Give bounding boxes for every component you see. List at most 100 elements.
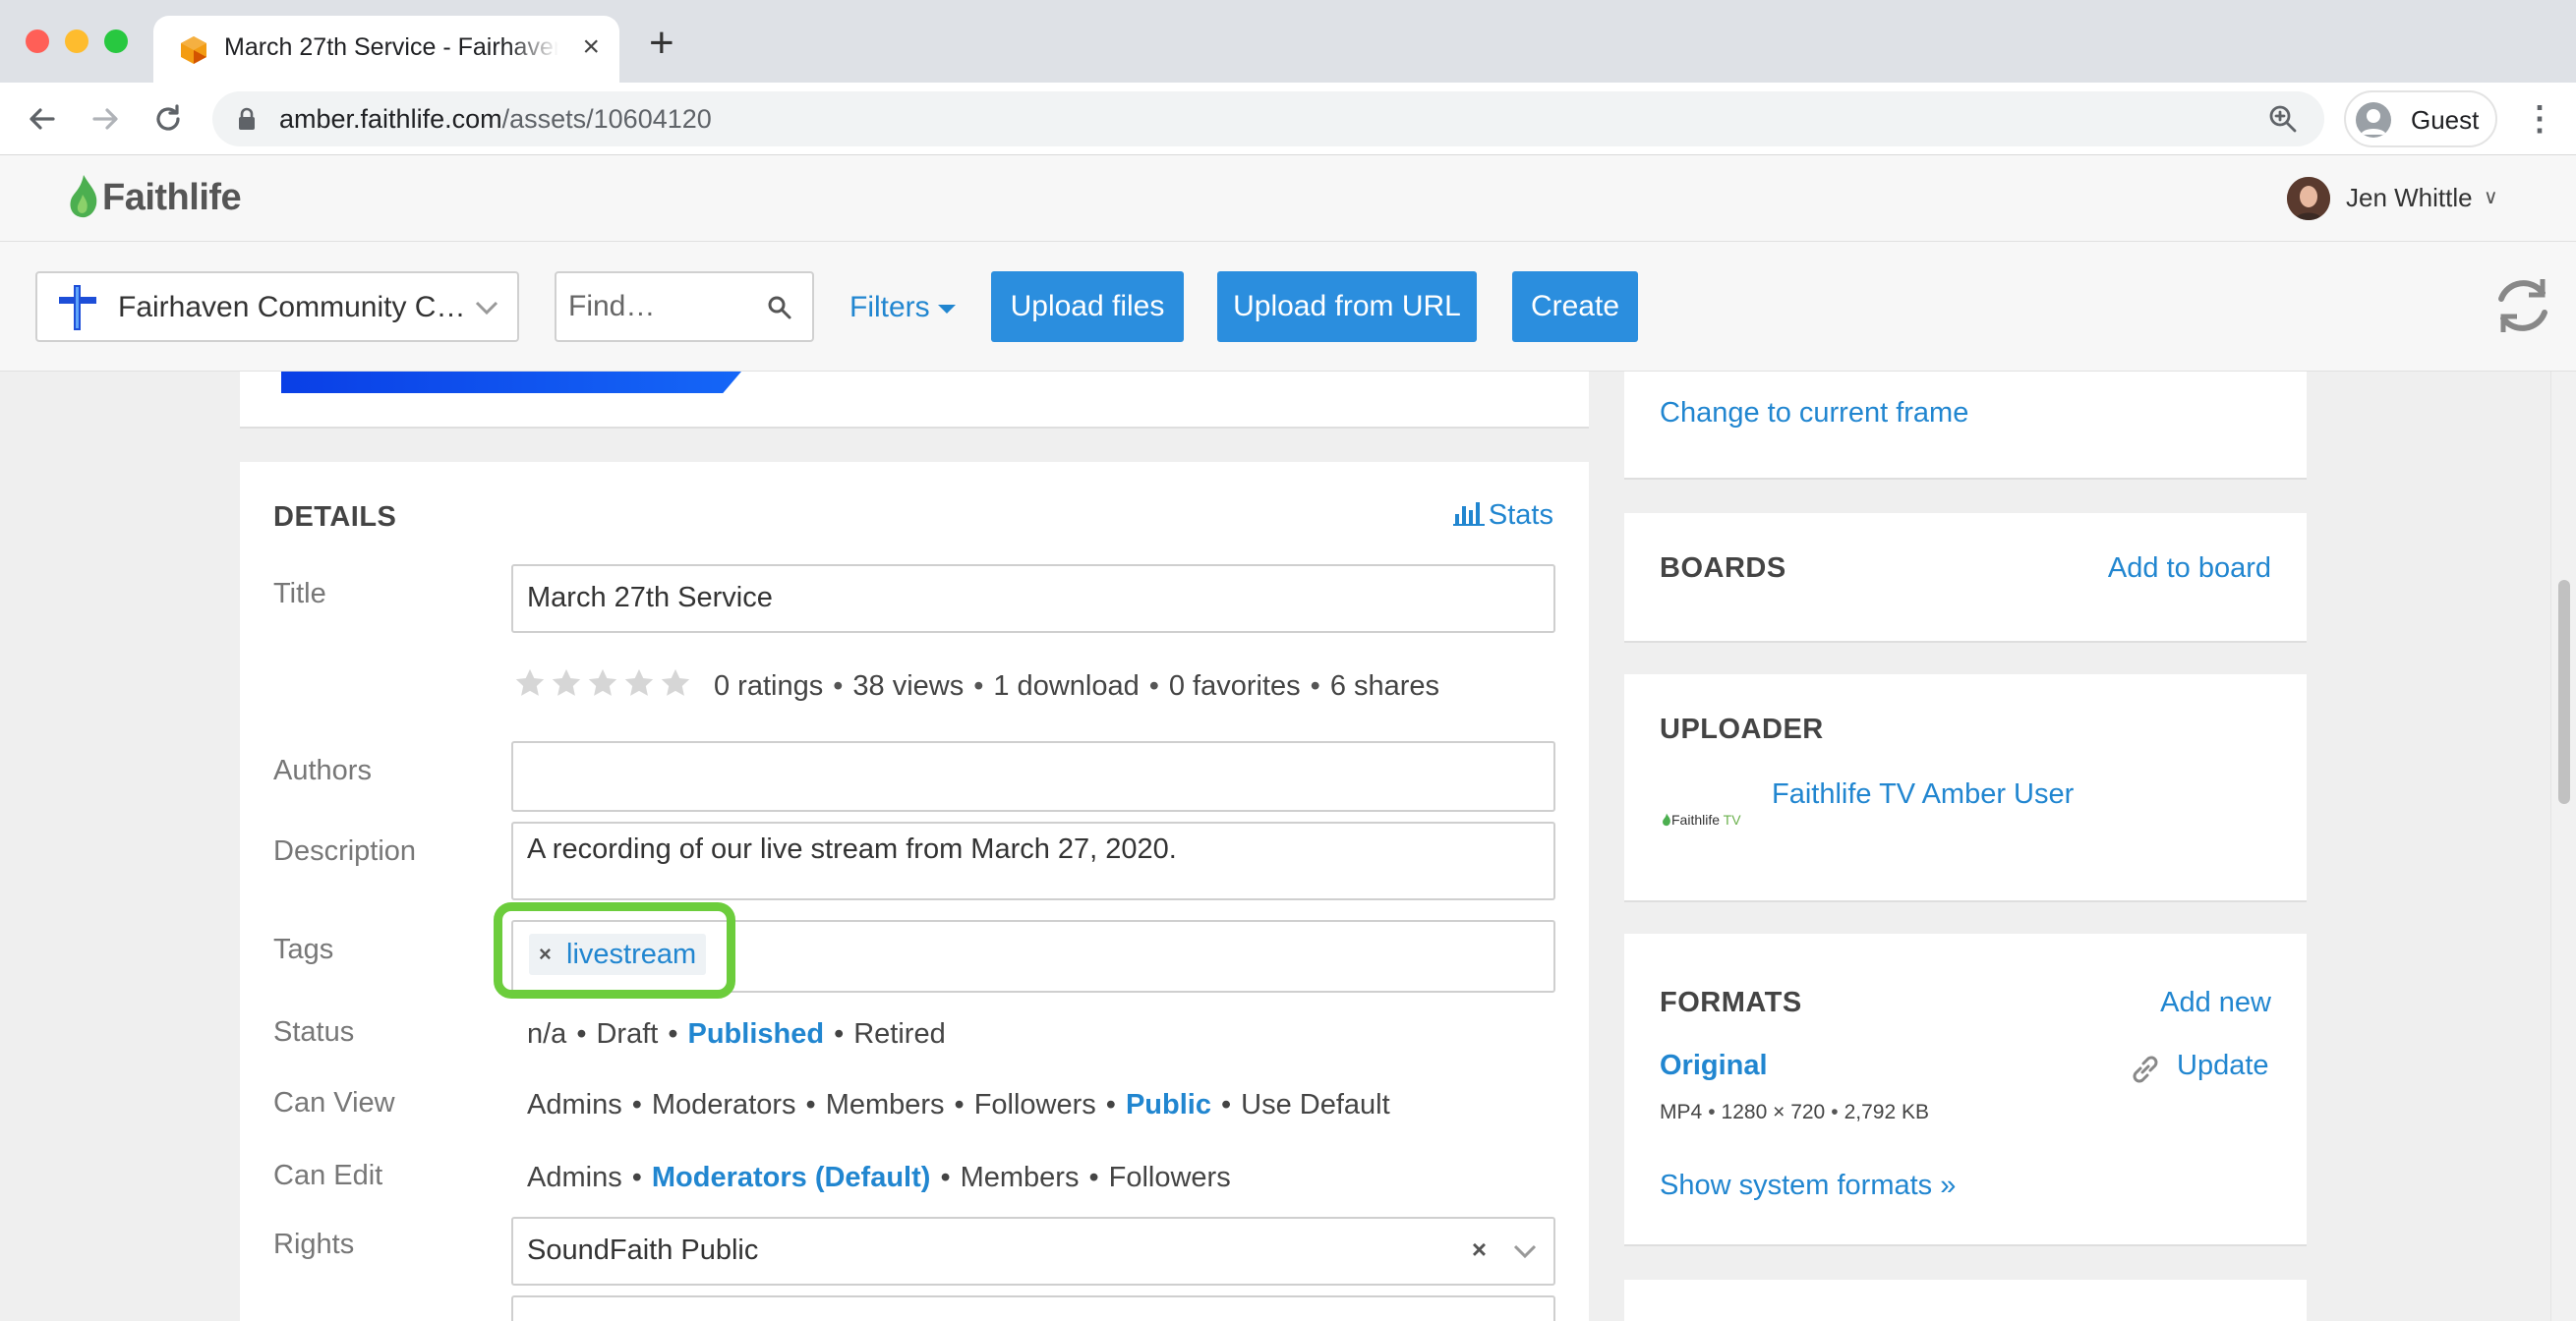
- can-view-options: Admins • Moderators • Members • Followers • Publ…: [527, 1089, 1390, 1121]
- upload-from-url-button[interactable]: Upload from URL: [1217, 271, 1477, 342]
- rights-select[interactable]: SoundFaith Public ×: [511, 1217, 1555, 1286]
- uploader-logo: Faithlife TV: [1662, 812, 1741, 828]
- can-edit-option-followers[interactable]: Followers: [1109, 1162, 1231, 1193]
- tab-close-icon[interactable]: ×: [582, 29, 600, 65]
- browser-tab-active[interactable]: March 27th Service - Fairhaven Community…: [153, 16, 619, 83]
- maximize-window-button[interactable]: [104, 29, 128, 53]
- user-name: Jen Whittle: [2346, 183, 2473, 212]
- brand-name: Faithlife: [102, 177, 242, 218]
- clear-icon[interactable]: ×: [1472, 1235, 1487, 1265]
- format-size: 2,792 KB: [1844, 1101, 1929, 1123]
- filters-dropdown[interactable]: Filters: [849, 291, 956, 324]
- forward-arrow-icon[interactable]: [87, 100, 124, 138]
- separator: •: [805, 1089, 816, 1120]
- close-window-button[interactable]: [26, 29, 49, 53]
- stats-link[interactable]: Stats: [1452, 499, 1553, 532]
- filters-label: Filters: [849, 291, 930, 323]
- shares-count: 6 shares: [1329, 670, 1440, 702]
- authors-label: Authors: [273, 755, 372, 786]
- can-view-option-members[interactable]: Members: [826, 1089, 945, 1120]
- can-view-option-moderators[interactable]: Moderators: [652, 1089, 796, 1120]
- format-meta: MP4 • 1280 × 720 • 2,792 KB: [1660, 1101, 1929, 1124]
- can-edit-option-members[interactable]: Members: [961, 1162, 1080, 1193]
- profile-button[interactable]: Guest: [2344, 90, 2497, 147]
- separator: •: [940, 1162, 951, 1193]
- link-icon[interactable]: [2128, 1052, 2163, 1087]
- change-to-current-frame-link[interactable]: Change to current frame: [1660, 397, 1968, 430]
- site-header: Faithlife Jen Whittle ∨: [0, 155, 2576, 242]
- bar-chart-icon: [1452, 502, 1485, 526]
- add-new-format-link[interactable]: Add new: [2160, 987, 2271, 1019]
- search-icon[interactable]: [767, 295, 792, 320]
- zoom-icon[interactable]: [2267, 103, 2299, 135]
- chevron-down-icon[interactable]: [1510, 1236, 1540, 1266]
- separator: •: [1708, 1101, 1716, 1123]
- format-resolution: 1280 × 720: [1721, 1101, 1826, 1123]
- separator: •: [668, 1018, 678, 1050]
- title-input[interactable]: March 27th Service: [511, 564, 1555, 633]
- status-option-retired[interactable]: Retired: [853, 1018, 946, 1050]
- find-field[interactable]: [555, 271, 814, 342]
- formats-panel: FORMATS Add new Original Update MP4 • 1280…: [1624, 934, 2307, 1246]
- tab-title: March 27th Service - Fairhaven Community…: [224, 33, 558, 61]
- amber-favicon-icon: [181, 36, 206, 64]
- uploader-panel: UPLOADER Faithlife TV Faithlife TV Amber…: [1624, 674, 2307, 902]
- rating-stars[interactable]: [513, 666, 695, 705]
- star-icon[interactable]: [622, 666, 656, 700]
- minimize-window-button[interactable]: [65, 29, 88, 53]
- star-icon[interactable]: [659, 666, 692, 700]
- can-view-option-admins[interactable]: Admins: [527, 1089, 622, 1120]
- update-format-link[interactable]: Update: [2177, 1050, 2269, 1082]
- status-option-n-a[interactable]: n/a: [527, 1018, 566, 1050]
- can-view-label: Can View: [273, 1087, 395, 1119]
- separator: •: [576, 1018, 587, 1050]
- ratings-count: 0 ratings: [714, 670, 824, 702]
- thumbnail-panel: Change to current frame: [1624, 372, 2307, 480]
- scrollbar-thumb[interactable]: [2558, 580, 2570, 804]
- uploader-logo-text: Faithlife: [1671, 812, 1721, 828]
- format-type: MP4: [1660, 1101, 1703, 1123]
- status-label: Status: [273, 1016, 355, 1048]
- boards-title: BOARDS: [1660, 552, 1786, 584]
- address-bar[interactable]: amber.faithlife.com/assets/10604120: [212, 91, 2324, 146]
- description-textarea[interactable]: A recording of our live stream from Marc…: [511, 822, 1555, 900]
- separator: •: [1105, 1089, 1116, 1120]
- can-edit-option-admins[interactable]: Admins: [527, 1162, 622, 1193]
- upload-files-button[interactable]: Upload files: [991, 271, 1184, 342]
- find-input[interactable]: [568, 287, 755, 326]
- uploader-name-link[interactable]: Faithlife TV Amber User: [1772, 778, 2074, 811]
- status-option-published[interactable]: Published: [687, 1018, 824, 1050]
- new-tab-button[interactable]: +: [649, 22, 674, 65]
- favorites-count: 0 favorites: [1168, 670, 1301, 702]
- browser-tab-strip: March 27th Service - Fairhaven Community…: [0, 0, 2576, 83]
- can-view-option-public[interactable]: Public: [1126, 1089, 1211, 1120]
- can-view-option-use-default[interactable]: Use Default: [1241, 1089, 1390, 1120]
- browser-toolbar: amber.faithlife.com/assets/10604120 Gues…: [0, 83, 2576, 155]
- can-view-option-followers[interactable]: Followers: [974, 1089, 1096, 1120]
- church-cross-logo-icon: [59, 285, 96, 330]
- chevron-down-icon: ∨: [2484, 187, 2498, 208]
- separator: •: [631, 1162, 642, 1193]
- reload-icon[interactable]: [149, 100, 187, 138]
- star-icon[interactable]: [550, 666, 583, 700]
- page-scrollbar[interactable]: [2550, 372, 2576, 1321]
- status-option-draft[interactable]: Draft: [596, 1018, 658, 1050]
- title-value: March 27th Service: [527, 582, 773, 613]
- star-icon[interactable]: [586, 666, 619, 700]
- star-icon[interactable]: [513, 666, 547, 700]
- show-system-formats-link[interactable]: Show system formats »: [1660, 1170, 1956, 1202]
- copyright-input[interactable]: [511, 1295, 1555, 1321]
- sync-icon[interactable]: [2493, 273, 2552, 338]
- add-to-board-link[interactable]: Add to board: [2108, 552, 2271, 585]
- format-original-link[interactable]: Original: [1660, 1050, 1768, 1082]
- group-selector[interactable]: Fairhaven Community C…: [35, 271, 519, 342]
- back-arrow-icon[interactable]: [24, 100, 61, 138]
- action-bar: Fairhaven Community C… Filters Upload fi…: [0, 242, 2576, 372]
- authors-input[interactable]: [511, 741, 1555, 812]
- rights-value: SoundFaith Public: [527, 1235, 759, 1266]
- create-button[interactable]: Create: [1512, 271, 1638, 342]
- user-avatar: [2287, 177, 2330, 220]
- browser-menu-icon[interactable]: ⋮: [2523, 100, 2556, 138]
- url-host: amber.faithlife.com: [279, 104, 502, 134]
- can-edit-option-moderators-default[interactable]: Moderators (Default): [652, 1162, 931, 1193]
